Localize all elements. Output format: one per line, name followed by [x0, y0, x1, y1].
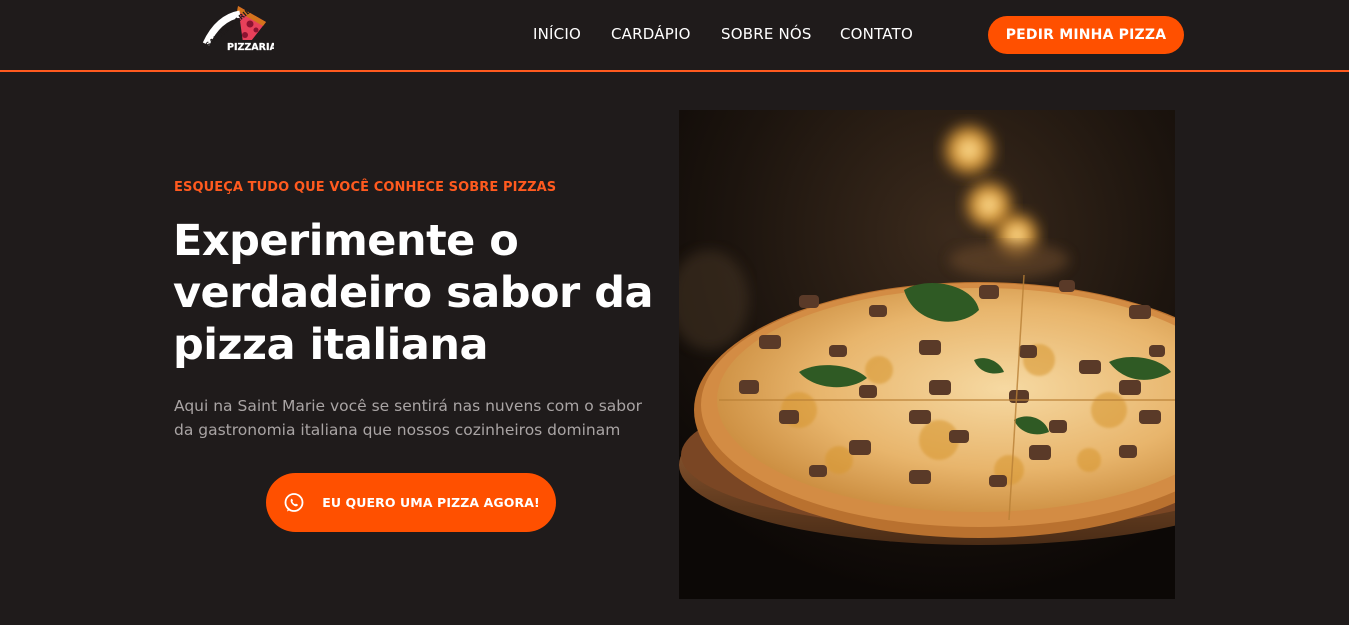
site-header: SAINTE MARIE PIZZARIA INÍCIO CARDÁPIO SO… — [0, 0, 1349, 72]
pizzeria-logo[interactable]: SAINTE MARIE PIZZARIA — [200, 4, 278, 64]
nav-item-inicio[interactable]: INÍCIO — [533, 25, 581, 43]
nav-item-contato[interactable]: CONTATO — [840, 25, 913, 43]
hero-title: Experimente o verdadeiro sabor da pizza … — [173, 216, 654, 370]
pizza-photo — [679, 110, 1175, 599]
nav-item-sobre-nos[interactable]: SOBRE NÓS — [721, 25, 812, 43]
order-now-label: EU QUERO UMA PIZZA AGORA! — [322, 495, 540, 510]
whatsapp-icon — [282, 491, 306, 515]
order-now-button[interactable]: EU QUERO UMA PIZZA AGORA! — [266, 473, 556, 532]
hero-description: Aqui na Saint Marie você se sentirá nas … — [174, 397, 642, 439]
logo-bottom-text: PIZZARIA — [227, 42, 274, 53]
order-pizza-button[interactable]: PEDIR MINHA PIZZA — [988, 16, 1184, 54]
hero-eyebrow: ESQUEÇA TUDO QUE VOCÊ CONHECE SOBRE PIZZ… — [174, 180, 557, 195]
nav-item-cardapio[interactable]: CARDÁPIO — [611, 25, 691, 43]
